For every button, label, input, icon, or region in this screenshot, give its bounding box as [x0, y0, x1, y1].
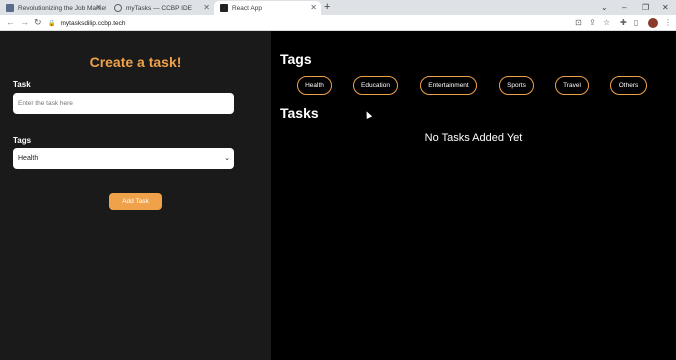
selected-tag-value: Health: [18, 155, 39, 162]
close-tab-icon[interactable]: ✕: [203, 3, 210, 12]
menu-kebab-icon[interactable]: ⋮: [664, 18, 672, 27]
tab-title: Revolutionizing the Job Market |: [18, 4, 106, 12]
minimize-icon[interactable]: –: [622, 0, 626, 14]
side-panel-icon[interactable]: ▯: [634, 18, 638, 27]
task-input[interactable]: [13, 93, 234, 114]
close-tab-icon[interactable]: ✕: [310, 3, 317, 12]
task-label: Task: [13, 80, 31, 89]
tag-select[interactable]: Health ⌄: [13, 148, 234, 169]
maximize-icon[interactable]: ❐: [642, 0, 649, 14]
browser-tab[interactable]: Revolutionizing the Job Market | ✕: [0, 1, 106, 15]
tag-filter-sports[interactable]: Sports: [499, 76, 534, 95]
forward-icon[interactable]: →: [20, 17, 29, 27]
react-favicon-icon: [220, 4, 228, 12]
add-task-button[interactable]: Add Task: [109, 193, 162, 210]
tasks-heading: Tasks: [280, 105, 319, 121]
install-app-icon[interactable]: ⊡: [575, 18, 582, 27]
app-page: Create a task! Task Tags Health ⌄ Add Ta…: [0, 31, 676, 360]
url-text: mytasksdilip.ccbp.tech: [60, 19, 126, 27]
tasks-panel: Tags Health Education Entertainment Spor…: [271, 31, 676, 360]
address-bar[interactable]: 🔒 mytasksdilip.ccbp.tech: [48, 17, 568, 29]
tag-filter-health[interactable]: Health: [297, 76, 332, 95]
chevron-down-icon: ⌄: [224, 155, 230, 162]
browser-tab-active[interactable]: React App ✕: [214, 1, 321, 15]
empty-tasks-message: No Tasks Added Yet: [424, 132, 523, 144]
back-icon[interactable]: ←: [6, 17, 15, 27]
tags-label: Tags: [13, 136, 32, 145]
reload-icon[interactable]: ↻: [34, 17, 42, 28]
create-task-heading: Create a task!: [89, 54, 182, 70]
mouse-cursor-icon: [363, 110, 373, 119]
extensions-icon[interactable]: ✚: [620, 18, 627, 27]
bookmark-star-icon[interactable]: ☆: [603, 18, 610, 27]
tab-title: React App: [232, 4, 262, 12]
site-favicon-icon: [6, 4, 14, 12]
globe-icon: [114, 4, 122, 12]
browser-toolbar: ← → ↻ 🔒 mytasksdilip.ccbp.tech ⊡ ⇪ ☆ ✚ ▯…: [0, 15, 676, 31]
create-task-panel: Create a task! Task Tags Health ⌄ Add Ta…: [0, 31, 271, 360]
new-tab-icon[interactable]: +: [324, 1, 330, 13]
tag-filter-entertainment[interactable]: Entertainment: [420, 76, 477, 95]
tags-heading: Tags: [280, 51, 312, 67]
tag-filter-travel[interactable]: Travel: [555, 76, 589, 95]
browser-tab[interactable]: myTasks — CCBP IDE ✕: [108, 1, 214, 15]
tag-filter-list: Health Education Entertainment Sports Tr…: [271, 76, 676, 96]
browser-tab-strip: Revolutionizing the Job Market | ✕ myTas…: [0, 0, 676, 15]
window-close-icon[interactable]: ✕: [662, 0, 669, 14]
tab-search-icon[interactable]: ⌄: [601, 0, 608, 14]
profile-avatar[interactable]: [648, 18, 658, 28]
lock-icon: 🔒: [48, 20, 56, 27]
tag-filter-education[interactable]: Education: [353, 76, 398, 95]
tag-filter-others[interactable]: Others: [610, 76, 647, 95]
tab-title: myTasks — CCBP IDE: [126, 4, 192, 12]
close-tab-icon[interactable]: ✕: [95, 3, 102, 12]
share-icon[interactable]: ⇪: [589, 18, 596, 27]
